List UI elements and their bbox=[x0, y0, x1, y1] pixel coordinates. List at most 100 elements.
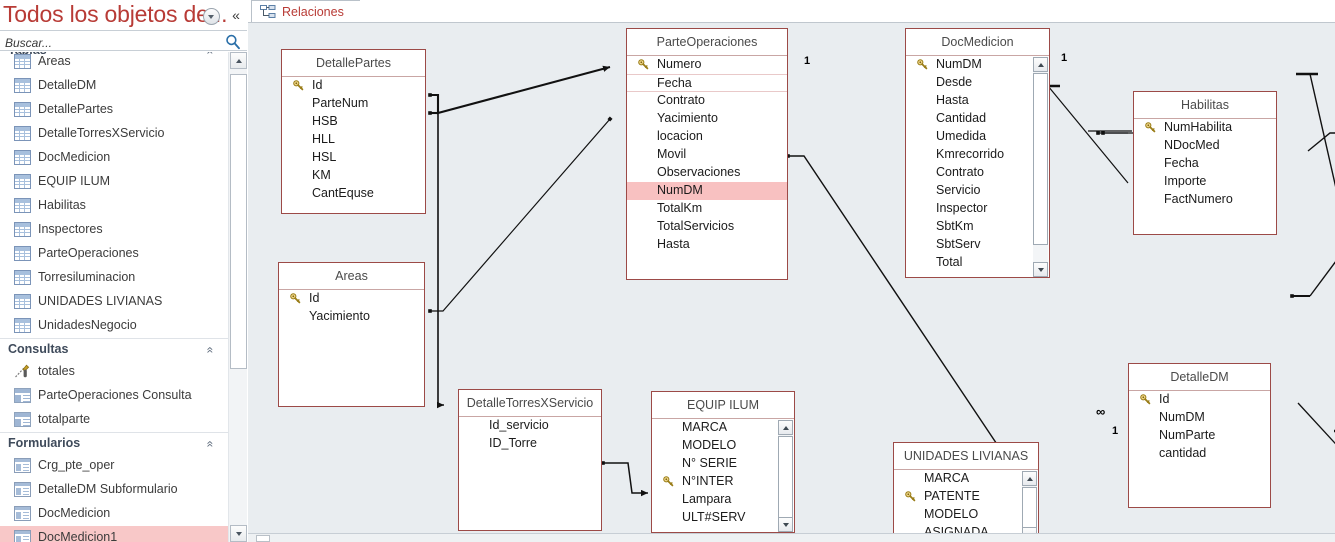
field-row[interactable]: Contrato bbox=[906, 164, 1049, 182]
field-row[interactable]: NDocMed bbox=[1134, 137, 1276, 155]
search-icon[interactable] bbox=[224, 33, 242, 51]
field-row[interactable]: NumHabilita bbox=[1134, 119, 1276, 137]
field-row[interactable]: CantEquse bbox=[282, 185, 425, 203]
field-row[interactable]: Hasta bbox=[627, 236, 787, 254]
field-row[interactable]: N° SERIE bbox=[652, 455, 794, 473]
field-row[interactable]: Yacimiento bbox=[627, 110, 787, 128]
table-box-detalletorresxservicio[interactable]: DetalleTorresXServicio Id_servicio ID_Torr… bbox=[458, 389, 602, 531]
nav-item-inspectores[interactable]: Inspectores bbox=[0, 218, 228, 242]
scroll-up-button[interactable] bbox=[230, 52, 247, 69]
chevron-down-circle-icon[interactable] bbox=[203, 8, 223, 28]
scroll-down-button[interactable] bbox=[1033, 262, 1048, 277]
field-row[interactable]: Total bbox=[906, 254, 1049, 272]
double-chevron-left-icon[interactable]: « bbox=[228, 6, 244, 24]
field-row[interactable]: NumDM bbox=[906, 56, 1049, 74]
field-row[interactable]: Cantidad bbox=[906, 110, 1049, 128]
nav-item-docmedicion[interactable]: DocMedicion bbox=[0, 146, 228, 170]
nav-item-detalledm[interactable]: DetalleDM bbox=[0, 74, 228, 98]
field-row[interactable]: Umedida bbox=[906, 128, 1049, 146]
field-row[interactable]: Yacimiento bbox=[279, 308, 424, 326]
table-box-detalledm[interactable]: DetalleDM Id NumDM NumParte cantidad bbox=[1128, 363, 1271, 508]
resize-grip[interactable] bbox=[256, 535, 270, 542]
field-row[interactable]: Movil bbox=[627, 146, 787, 164]
nav-item-docmedicion[interactable]: DocMedicion bbox=[0, 502, 228, 526]
field-row[interactable]: Id bbox=[282, 77, 425, 95]
nav-item-detalletorresxservicio[interactable]: DetalleTorresXServicio bbox=[0, 122, 228, 146]
table-box-header[interactable]: Habilitas bbox=[1134, 92, 1276, 119]
field-row[interactable]: Id bbox=[279, 290, 424, 308]
chevron-up-icon[interactable]: « bbox=[204, 441, 218, 448]
field-row[interactable]: N°INTER bbox=[652, 473, 794, 491]
field-row[interactable]: Contrato bbox=[627, 92, 787, 110]
nav-item-detalledm-subformulario[interactable]: DetalleDM Subformulario bbox=[0, 478, 228, 502]
nav-group-header-consultas[interactable]: Consultas « bbox=[0, 338, 228, 360]
field-row[interactable]: Inspector bbox=[906, 200, 1049, 218]
table-box-unidadeslivianas[interactable]: UNIDADES LIVIANAS MARCA PATENTE MODELO ASIGN… bbox=[893, 442, 1039, 542]
field-row[interactable]: NumDM bbox=[627, 182, 787, 200]
nav-item-unidades-livianas[interactable]: UNIDADES LIVIANAS bbox=[0, 290, 228, 314]
field-row[interactable]: HSL bbox=[282, 149, 425, 167]
table-box-header[interactable]: DocMedicion bbox=[906, 29, 1049, 56]
nav-item-crg-pte-oper[interactable]: Crg_pte_oper bbox=[0, 454, 228, 478]
field-row[interactable]: Numero bbox=[627, 56, 787, 74]
field-row[interactable]: SbtServ bbox=[906, 236, 1049, 254]
nav-item-totales[interactable]: totales bbox=[0, 360, 228, 384]
field-row[interactable]: SbtKm bbox=[906, 218, 1049, 236]
search-box[interactable] bbox=[0, 30, 247, 51]
nav-item-equip-ilum[interactable]: EQUIP ILUM bbox=[0, 170, 228, 194]
field-row[interactable]: NumParte bbox=[1129, 427, 1270, 445]
chevron-up-icon[interactable]: « bbox=[204, 347, 218, 354]
scroll-up-button[interactable] bbox=[778, 420, 793, 435]
nav-item-areas[interactable]: Areas bbox=[0, 52, 228, 74]
nav-group-header-formularios[interactable]: Formularios « bbox=[0, 432, 228, 454]
field-row[interactable]: Importe bbox=[1134, 173, 1276, 191]
field-row[interactable]: ParteNum bbox=[282, 95, 425, 113]
field-row[interactable]: KM bbox=[282, 167, 425, 185]
table-box-scrollbar[interactable] bbox=[1022, 471, 1037, 542]
nav-item-torresiluminacion[interactable]: Torresiluminacion bbox=[0, 266, 228, 290]
table-box-header[interactable]: DetalleTorresXServicio bbox=[459, 390, 601, 417]
field-row[interactable]: HSB bbox=[282, 113, 425, 131]
field-row[interactable]: Kmrecorrido bbox=[906, 146, 1049, 164]
table-box-header[interactable]: DetalleDM bbox=[1129, 364, 1270, 391]
field-row[interactable]: Lampara bbox=[652, 491, 794, 509]
scrollbar-thumb[interactable] bbox=[230, 74, 247, 369]
table-box-parteoperaciones[interactable]: ParteOperaciones Numero Fecha Contrato Yacim… bbox=[626, 28, 788, 280]
relationships-canvas[interactable]: DetallePartes Id ParteNum HSB HLL HSL KM CantEq… bbox=[248, 22, 1335, 542]
table-box-header[interactable]: ParteOperaciones bbox=[627, 29, 787, 56]
scroll-up-button[interactable] bbox=[1033, 57, 1048, 72]
field-row[interactable]: locacion bbox=[627, 128, 787, 146]
field-row[interactable]: Fecha bbox=[627, 74, 787, 92]
table-box-habilitas[interactable]: Habilitas NumHabilita NDocMed Fecha Importe F… bbox=[1133, 91, 1277, 235]
tab-relaciones[interactable]: Relaciones bbox=[251, 0, 371, 23]
field-row[interactable]: Servicio bbox=[906, 182, 1049, 200]
field-row[interactable]: TotalServicios bbox=[627, 218, 787, 236]
table-box-scrollbar[interactable] bbox=[778, 420, 793, 532]
nav-item-docmedicion1[interactable]: DocMedicion1 bbox=[0, 526, 228, 542]
nav-item-parteoperaciones-consulta[interactable]: ParteOperaciones Consulta bbox=[0, 384, 228, 408]
navigation-pane-scrollbar[interactable] bbox=[228, 52, 247, 542]
field-row[interactable]: Fecha bbox=[1134, 155, 1276, 173]
table-box-scrollbar[interactable] bbox=[1033, 57, 1048, 277]
nav-item-habilitas[interactable]: Habilitas bbox=[0, 194, 228, 218]
nav-item-unidadesnegocio[interactable]: UnidadesNegocio bbox=[0, 314, 228, 338]
table-box-docmedicion[interactable]: DocMedicion NumDM Desde Hasta Cantidad Umedid… bbox=[905, 28, 1050, 278]
field-row[interactable]: Observaciones bbox=[627, 164, 787, 182]
table-box-header[interactable]: DetallePartes bbox=[282, 50, 425, 77]
field-row[interactable]: cantidad bbox=[1129, 445, 1270, 463]
field-row[interactable]: MODELO bbox=[652, 437, 794, 455]
field-row[interactable]: ID_Torre bbox=[459, 435, 601, 453]
field-row[interactable]: FactNumero bbox=[1134, 191, 1276, 209]
table-box-header[interactable]: UNIDADES LIVIANAS bbox=[894, 443, 1038, 470]
table-box-header[interactable]: EQUIP ILUM bbox=[652, 392, 794, 419]
table-box-areas[interactable]: Areas Id Yacimiento bbox=[278, 262, 425, 407]
field-row[interactable]: TotalKm bbox=[627, 200, 787, 218]
table-box-header[interactable]: Areas bbox=[279, 263, 424, 290]
field-row[interactable]: MARCA bbox=[652, 419, 794, 437]
table-box-detallepartes[interactable]: DetallePartes Id ParteNum HSB HLL HSL KM CantEq… bbox=[281, 49, 426, 214]
scrollbar-thumb[interactable] bbox=[1033, 73, 1048, 245]
field-row[interactable]: NumDM bbox=[1129, 409, 1270, 427]
scrollbar-thumb[interactable] bbox=[778, 436, 793, 524]
field-row[interactable]: PATENTE bbox=[894, 488, 1038, 506]
field-row[interactable]: Id bbox=[1129, 391, 1270, 409]
